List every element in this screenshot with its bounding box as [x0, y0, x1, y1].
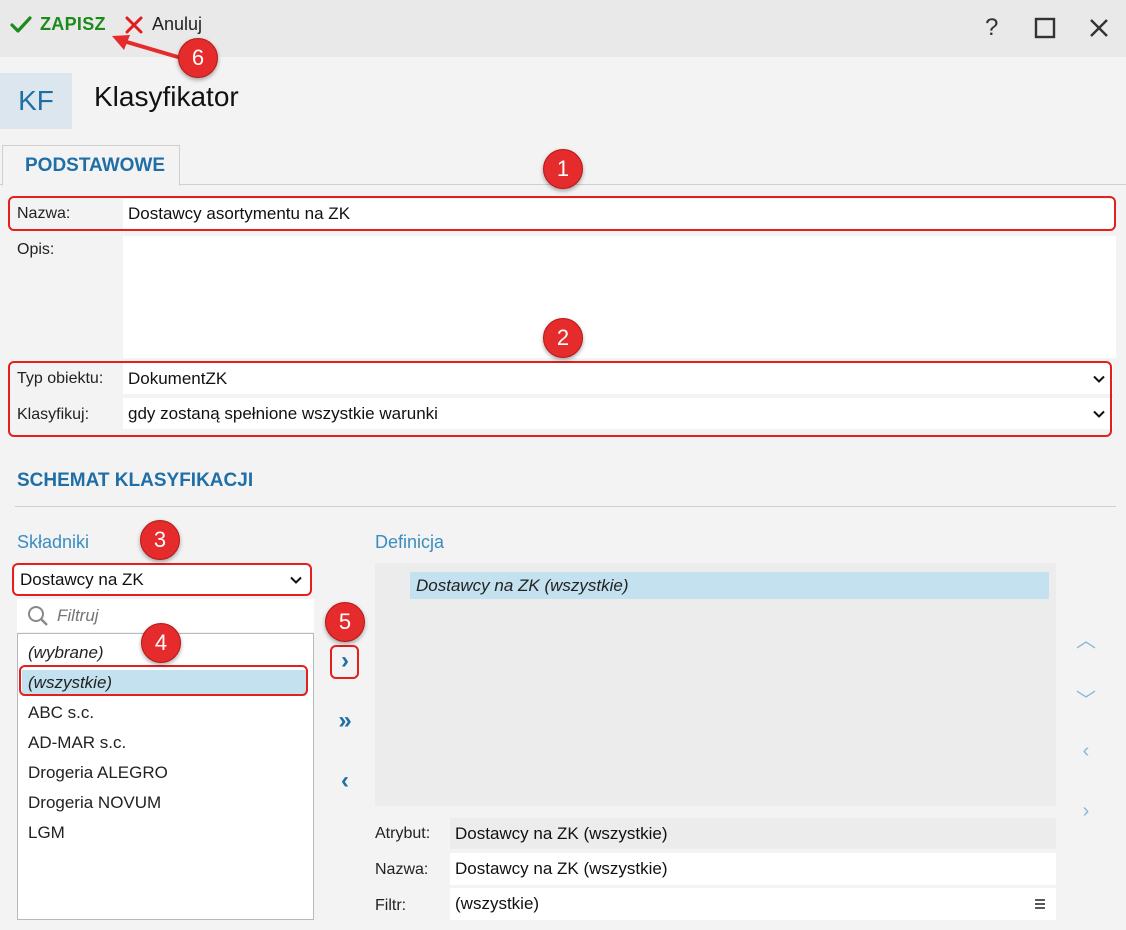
chevron-down-icon: [290, 576, 302, 584]
components-label: Składniki: [17, 532, 90, 552]
move-right-icon[interactable]: ›: [1076, 800, 1096, 823]
object-type-select[interactable]: DokumentZK: [123, 363, 1113, 394]
help-icon[interactable]: ?: [985, 14, 998, 42]
classify-label: Klasyfikuj:: [17, 406, 90, 423]
definition-name-label: Nazwa:: [375, 861, 429, 878]
section-divider: [15, 506, 1116, 507]
remove-button[interactable]: ‹: [333, 769, 357, 793]
annotation-badge-3: 3: [140, 520, 180, 560]
annotation-badge-6: 6: [178, 38, 218, 78]
components-select-value: Dostawcy na ZK: [20, 569, 144, 589]
list-item[interactable]: LGM: [28, 823, 65, 843]
object-type-value: DokumentZK: [128, 368, 228, 388]
list-item-selected[interactable]: (wszystkie): [22, 670, 306, 696]
name-input[interactable]: Dostawcy asortymentu na ZK: [123, 199, 1116, 229]
object-type-label: Typ obiektu:: [17, 370, 104, 387]
maximize-icon[interactable]: [1034, 17, 1056, 46]
window-close-icon[interactable]: [1088, 17, 1110, 46]
description-label: Opis:: [17, 241, 55, 258]
components-select[interactable]: Dostawcy na ZK: [15, 565, 310, 594]
list-item[interactable]: ABC s.c.: [28, 703, 94, 723]
attribute-value: Dostawcy na ZK (wszystkie): [450, 818, 1056, 849]
list-item[interactable]: AD-MAR s.c.: [28, 733, 126, 753]
description-textarea[interactable]: [123, 236, 1116, 358]
annotation-badge-4: 4: [141, 623, 181, 663]
search-icon: [28, 605, 48, 626]
filter-value-field[interactable]: (wszystkie): [450, 888, 1056, 920]
definition-item-selected[interactable]: Dostawcy na ZK (wszystkie): [410, 572, 1049, 599]
annotation-badge-2: 2: [543, 318, 583, 358]
move-up-icon[interactable]: ︿: [1076, 624, 1096, 653]
annotation-badge-1: 1: [543, 149, 583, 189]
name-label: Nazwa:: [17, 205, 71, 222]
definition-label: Definicja: [375, 532, 445, 552]
definition-list: Dostawcy na ZK (wszystkie): [375, 563, 1056, 806]
filter-input[interactable]: [57, 605, 287, 626]
save-label: ZAPISZ: [40, 14, 106, 34]
attribute-label: Atrybut:: [375, 825, 431, 842]
schema-title: SCHEMAT KLASYFIKACJI: [17, 470, 254, 491]
classify-value: gdy zostaną spełnione wszystkie warunki: [128, 403, 438, 423]
save-button[interactable]: ZAPISZ: [10, 14, 106, 35]
add-all-button[interactable]: »: [333, 709, 357, 733]
chevron-down-icon: [1093, 410, 1105, 418]
classify-select[interactable]: gdy zostaną spełnione wszystkie warunki: [123, 398, 1113, 429]
list-item[interactable]: (wybrane): [28, 643, 104, 663]
check-icon: [10, 15, 32, 33]
list-item[interactable]: Drogeria NOVUM: [28, 793, 161, 813]
move-down-icon[interactable]: ﹀: [1076, 684, 1096, 713]
list-item[interactable]: Drogeria ALEGRO: [28, 763, 168, 783]
filter-value: (wszystkie): [455, 894, 540, 913]
chevron-down-icon: [1093, 375, 1105, 383]
menu-icon[interactable]: [1034, 898, 1046, 910]
app-tile: KF: [0, 73, 72, 129]
filter-label: Filtr:: [375, 897, 407, 914]
move-left-icon[interactable]: ‹: [1076, 740, 1096, 763]
annotation-badge-5: 5: [325, 602, 365, 642]
definition-name-input[interactable]: Dostawcy na ZK (wszystkie): [450, 853, 1056, 885]
components-list: (wybrane) (wszystkie) ABC s.c. AD-MAR s.…: [17, 633, 314, 920]
tab-podstawowe[interactable]: PODSTAWOWE: [2, 145, 181, 186]
add-selected-button[interactable]: ›: [333, 649, 357, 673]
